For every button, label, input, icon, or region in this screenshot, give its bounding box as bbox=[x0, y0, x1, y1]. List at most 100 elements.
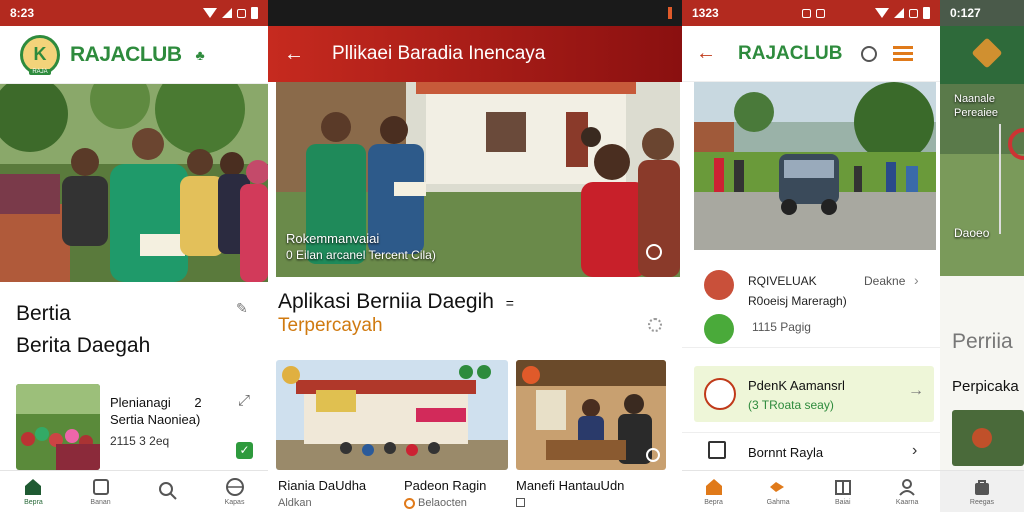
badge-icon bbox=[704, 378, 736, 410]
nav-profile-label: Kapas bbox=[224, 499, 245, 506]
headline-text: Aplikasi Berniia Daegih bbox=[278, 290, 494, 313]
nav-account-label: Kaarna bbox=[895, 499, 919, 506]
status-time: 1323 bbox=[692, 6, 719, 20]
nav-fish[interactable]: Gahma bbox=[767, 477, 790, 506]
thumbnail[interactable] bbox=[952, 410, 1024, 466]
back-arrow-icon[interactable]: ← bbox=[284, 43, 304, 66]
small-image-icon bbox=[516, 498, 525, 507]
section-heading: Perriia bbox=[952, 330, 1013, 353]
nav-bag-label: Reegas bbox=[969, 499, 995, 506]
headline-dash: = bbox=[505, 295, 514, 311]
related-card-3[interactable]: Manefi HantauUdn bbox=[516, 360, 666, 512]
app-header: ← RAJACLUB bbox=[682, 26, 940, 82]
loading-icon bbox=[648, 318, 662, 332]
check-icon: ✓ bbox=[236, 442, 253, 459]
card-image bbox=[516, 360, 666, 470]
edit-icon[interactable]: ✎ bbox=[236, 300, 248, 317]
related-card-1[interactable]: Riania DaUdha Aldkan Padeon Ragin Belaoc… bbox=[276, 360, 508, 512]
brand-name: RAJACLUB bbox=[70, 42, 182, 66]
globe-icon bbox=[225, 478, 244, 496]
clock-icon bbox=[404, 497, 415, 509]
photo-caption-line1: Naanale Pereaiee bbox=[954, 93, 999, 119]
status-bar: 1323 bbox=[682, 0, 940, 26]
section-heading: Bertia Berita Daegah bbox=[16, 298, 150, 362]
store-icon bbox=[834, 480, 851, 495]
panel-profile: 1323 ← RAJACLUB RQIVELUAK Deakne › R0oei… bbox=[682, 0, 940, 512]
card-image bbox=[276, 360, 508, 470]
chevron-right-icon: › bbox=[914, 272, 919, 288]
fullscreen-icon[interactable] bbox=[646, 244, 662, 260]
highlight-item[interactable]: PdenK Aamansrl (3 TRoata seay) → bbox=[694, 366, 934, 422]
logo-badge-text: RAJA bbox=[29, 68, 51, 75]
hero-caption-line1: Rokemmanvaiai bbox=[286, 231, 380, 246]
highlight-title: PdenK Aamansrl bbox=[748, 378, 845, 393]
vibrate-icon bbox=[909, 8, 918, 18]
arrow-right-icon: → bbox=[908, 382, 924, 399]
news-thumbnail bbox=[16, 384, 100, 470]
hero-image[interactable] bbox=[0, 84, 268, 282]
home-icon bbox=[25, 479, 42, 495]
avatar-2 bbox=[704, 314, 734, 344]
status-time: 8:23 bbox=[10, 6, 35, 20]
article-toolbar: ← Pllikaei Baradia Inencaya bbox=[268, 26, 682, 82]
app-header: K RAJA RAJACLUB ♣ bbox=[0, 26, 268, 84]
nav-bag[interactable]: Reegas bbox=[970, 477, 994, 506]
panel-home: 8:23 K RAJA RAJACLUB ♣ Bertia Berita Dae… bbox=[0, 0, 268, 512]
highlight-subtitle: (3 TRoata seay) bbox=[748, 398, 834, 412]
back-arrow-icon[interactable]: ← bbox=[696, 42, 716, 65]
nav-search[interactable] bbox=[158, 481, 178, 503]
nav-account[interactable]: Kaarna bbox=[895, 477, 919, 506]
item-subtitle: R0oeisj Mareragh) bbox=[748, 294, 847, 308]
menu-row-label: Bornnt Rayla bbox=[748, 445, 824, 460]
user-icon[interactable] bbox=[860, 45, 877, 62]
nav-home-label: Bepra bbox=[24, 499, 43, 506]
fish-icon bbox=[770, 482, 785, 492]
card-title-3: Manefi HantauUdn bbox=[516, 478, 625, 493]
leaf-logo-icon[interactable] bbox=[971, 37, 1003, 69]
item-meta: 1115 Pagig bbox=[752, 320, 811, 334]
news-meta: 2115 3 2eq bbox=[110, 434, 170, 448]
hero-caption-line2: 0 Eilan arcanel Tercent Cila) bbox=[286, 248, 436, 262]
article-headline: Aplikasi Berniia Daegih = bbox=[278, 290, 514, 314]
news-title-line1: Plenianagi bbox=[110, 395, 171, 410]
list-item[interactable]: RQIVELUAK Deakne › R0oeisj Mareragh) 111… bbox=[682, 262, 940, 348]
menu-icon[interactable] bbox=[892, 45, 913, 62]
bottom-nav: Bepra Banan Kapas bbox=[0, 470, 268, 512]
nav-news[interactable]: Banan bbox=[90, 477, 111, 506]
notification-icon bbox=[802, 8, 811, 18]
more-icon[interactable] bbox=[646, 448, 660, 462]
bottom-nav: Bepra Gahma Baiai Kaarna bbox=[682, 470, 940, 512]
news-number: 2 bbox=[194, 395, 202, 410]
chevron-right-icon: › bbox=[912, 442, 918, 459]
nav-profile[interactable]: Kapas bbox=[225, 477, 245, 506]
person-icon bbox=[899, 479, 915, 496]
status-bar: 8:23 bbox=[0, 0, 268, 26]
app-header bbox=[940, 26, 1024, 84]
battery-icon bbox=[923, 7, 930, 19]
nav-market[interactable]: Baiai bbox=[833, 477, 853, 506]
menu-row[interactable]: Bornnt Rayla › bbox=[682, 432, 940, 470]
nav-home-label: Bepra bbox=[704, 499, 723, 506]
nav-fish-label: Gahma bbox=[766, 499, 790, 506]
nav-home[interactable]: Bepra bbox=[704, 477, 724, 506]
news-list-item[interactable]: Plenianagi 2 Sertia Naoniea) 2115 3 2eq … bbox=[16, 384, 260, 470]
battery-icon bbox=[668, 7, 672, 19]
heading-line2: Berita Daegah bbox=[16, 334, 151, 357]
brand-name: RAJACLUB bbox=[738, 42, 843, 64]
bag-icon bbox=[974, 480, 989, 495]
checklist-icon bbox=[708, 441, 726, 459]
card-subtitle-2: Belaocten bbox=[404, 497, 467, 509]
card-title: Riania DaUdha bbox=[278, 478, 367, 493]
logo-icon[interactable]: K RAJA bbox=[20, 34, 60, 75]
status-icons bbox=[802, 7, 930, 19]
article-subheadline: Terpercayah bbox=[278, 315, 383, 336]
square-icon bbox=[92, 479, 109, 495]
photo-caption-2: Daoeo bbox=[954, 226, 990, 240]
search-icon bbox=[158, 481, 177, 500]
hero-image[interactable] bbox=[694, 82, 936, 250]
share-icon[interactable]: ⤢ bbox=[238, 392, 250, 409]
signal-icon bbox=[222, 8, 232, 18]
nav-home[interactable]: Bepra bbox=[23, 477, 43, 506]
panel-partial: 0:127 Naanale Pereaiee Daoeo Perriia Per… bbox=[940, 0, 1024, 512]
photo-caption: Naanale Pereaiee bbox=[954, 92, 1024, 120]
